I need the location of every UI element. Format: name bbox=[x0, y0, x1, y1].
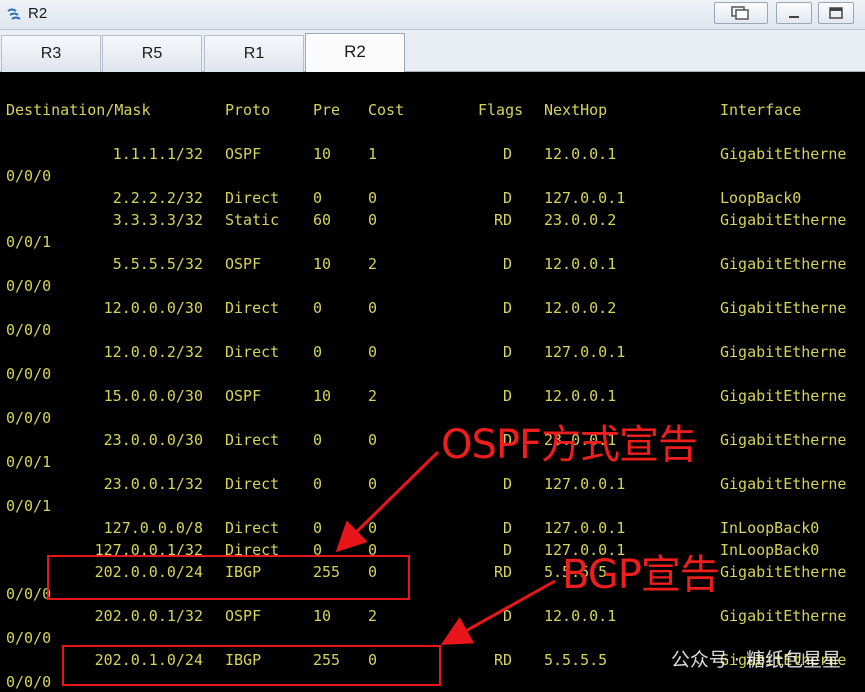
window-title: R2 bbox=[28, 5, 48, 22]
terminal-console[interactable]: Destination/Mask Proto Pre Cost Flags Ne… bbox=[0, 72, 865, 692]
watermark: 公众号 · 糖纸包星星 bbox=[670, 649, 841, 671]
annotation-arrows bbox=[335, 450, 556, 645]
maximize-icon bbox=[829, 7, 843, 19]
tab-label: R5 bbox=[141, 45, 163, 62]
router-app-icon bbox=[7, 8, 21, 20]
tab-r5[interactable]: R5 bbox=[102, 35, 202, 72]
ospf-arrow bbox=[335, 450, 440, 553]
restore-button[interactable] bbox=[714, 2, 768, 24]
minimize-button[interactable] bbox=[776, 2, 812, 24]
bgp-arrow bbox=[440, 579, 556, 645]
title-bar: R2 bbox=[0, 0, 865, 30]
tab-r1[interactable]: R1 bbox=[204, 35, 304, 72]
bgp-annotation: BGP宣告 bbox=[562, 552, 720, 598]
minimize-icon bbox=[789, 16, 799, 18]
tab-label: R2 bbox=[344, 42, 366, 61]
maximize-button[interactable] bbox=[818, 2, 854, 24]
tab-label: R3 bbox=[40, 45, 62, 62]
device-tab-bar: R3 R5 R1 R2 bbox=[0, 30, 865, 73]
ospf-annotation: OSPF方式宣告 bbox=[441, 422, 698, 468]
tab-r2[interactable]: R2 bbox=[305, 33, 405, 73]
tab-r3[interactable]: R3 bbox=[1, 35, 101, 72]
tab-label: R1 bbox=[243, 45, 265, 62]
restore-icon bbox=[731, 6, 749, 20]
